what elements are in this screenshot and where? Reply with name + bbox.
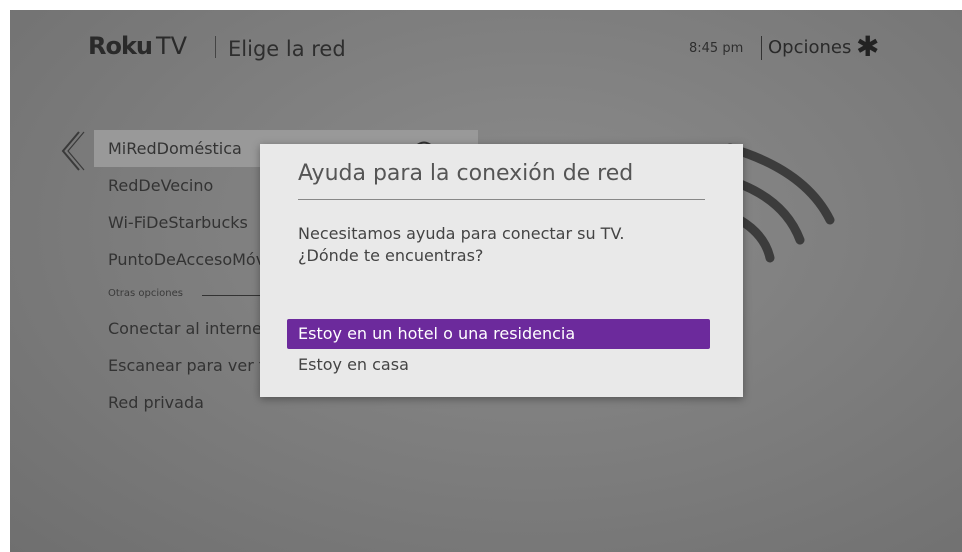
page-title: Elige la red xyxy=(228,37,346,61)
other-options-label: Otras opciones xyxy=(108,288,183,299)
dialog-title: Ayuda para la conexión de red xyxy=(298,161,634,186)
header: Roku TV Elige la red 8:45 pm Opciones ✱ xyxy=(10,10,962,90)
logo-tv: TV xyxy=(156,32,188,60)
choice-hotel-button[interactable]: Estoy en un hotel o una residencia xyxy=(287,319,710,349)
dialog-message-line-2: ¿Dónde te encuentras? xyxy=(298,246,484,265)
dialog-message-line-1: Necesitamos ayuda para conectar su TV. xyxy=(298,224,625,243)
clock: 8:45 pm xyxy=(689,41,744,56)
header-divider xyxy=(215,36,216,58)
network-help-dialog: Ayuda para la conexión de red Necesitamo… xyxy=(260,144,743,397)
asterisk-icon[interactable]: ✱ xyxy=(856,33,879,61)
choice-home-button[interactable]: Estoy en casa xyxy=(287,350,710,380)
tv-screen: Roku TV Elige la red 8:45 pm Opciones ✱ M… xyxy=(10,10,962,552)
roku-tv-logo: Roku TV xyxy=(88,32,187,60)
options-label[interactable]: Opciones xyxy=(768,37,851,58)
logo-brand: Roku xyxy=(88,32,153,60)
chevron-left-icon[interactable] xyxy=(57,128,87,174)
options-divider xyxy=(761,36,762,60)
dialog-message: Necesitamos ayuda para conectar su TV. ¿… xyxy=(298,223,718,267)
dialog-divider xyxy=(298,199,705,200)
